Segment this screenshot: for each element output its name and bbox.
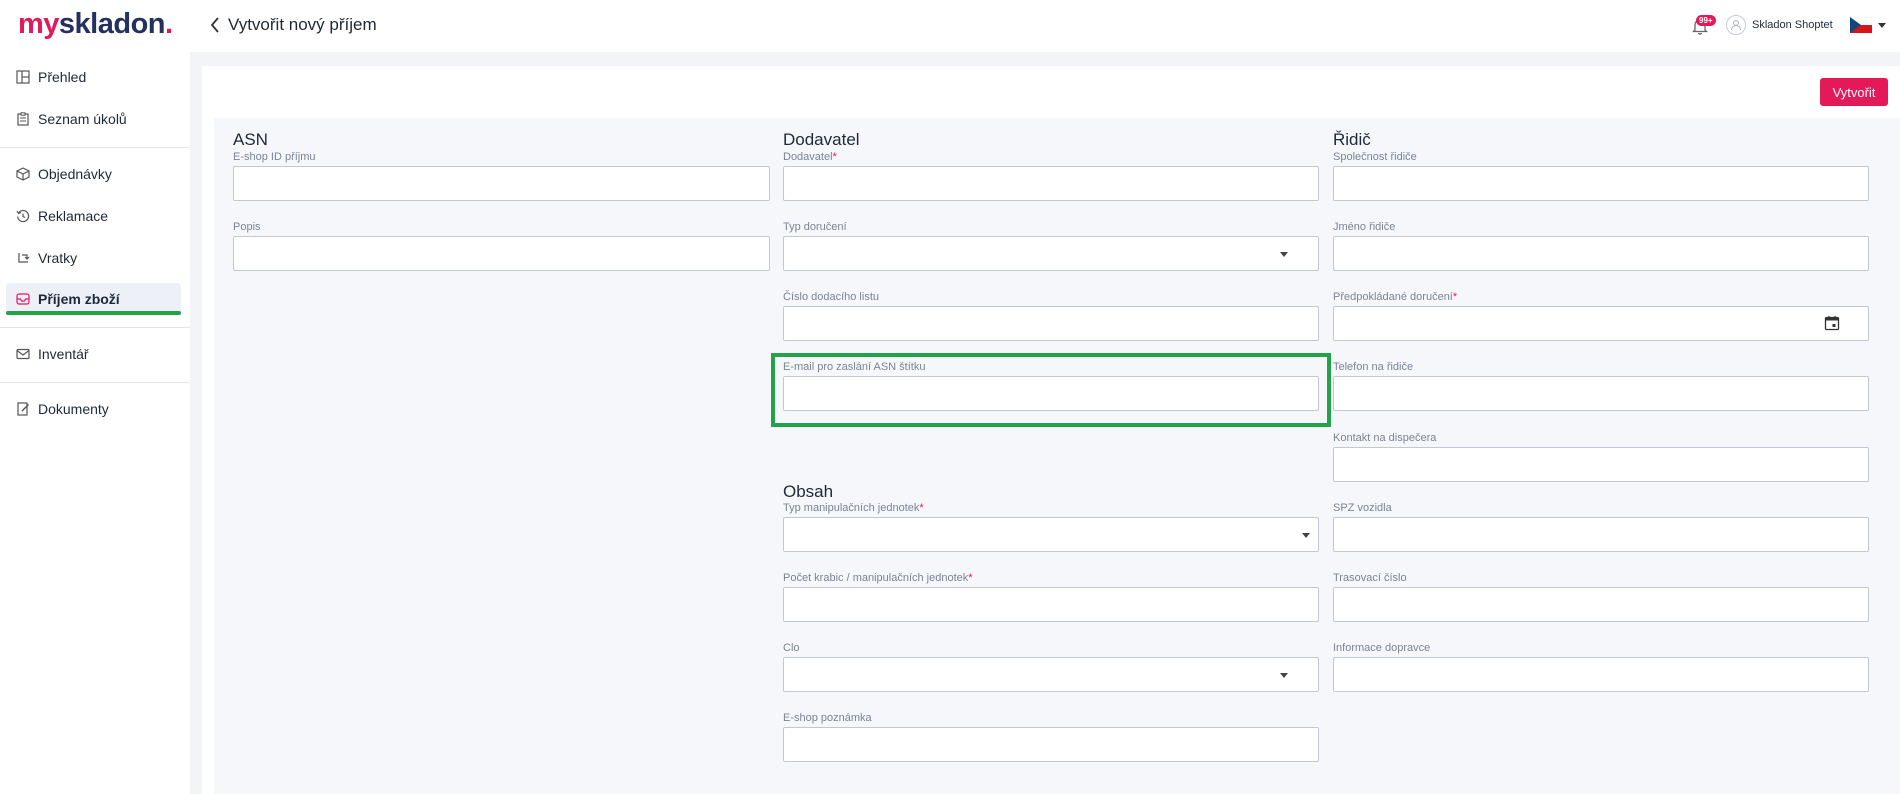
unit-type-label: Typ manipulačních jednotek* bbox=[783, 502, 924, 514]
description-input[interactable] bbox=[233, 236, 770, 271]
eshop-id-label: E-shop ID příjmu bbox=[233, 151, 316, 163]
delivery-type-select[interactable] bbox=[783, 236, 1319, 271]
focus-highlight-frame bbox=[771, 353, 1331, 427]
eshop-id-input[interactable] bbox=[233, 166, 770, 201]
inbox-icon bbox=[16, 292, 30, 306]
expected-delivery-input[interactable] bbox=[1333, 306, 1869, 341]
sidebar-item-label: Objednávky bbox=[38, 166, 112, 182]
delivery-type-label: Typ doručení bbox=[783, 221, 847, 233]
user-avatar-icon[interactable] bbox=[1726, 15, 1746, 35]
chevron-down-icon[interactable] bbox=[1302, 533, 1310, 538]
back-arrow-icon[interactable] bbox=[208, 14, 222, 36]
sidebar-item-label: Dokumenty bbox=[38, 401, 109, 417]
user-name[interactable]: Skladon Shoptet bbox=[1752, 19, 1833, 31]
notification-badge: 99+ bbox=[1696, 15, 1716, 26]
sidebar-divider bbox=[0, 382, 190, 383]
section-title-asn: ASN bbox=[233, 130, 268, 149]
sidebar-item-prehled[interactable]: Přehled bbox=[6, 61, 181, 93]
sidebar-item-seznam-ukolu[interactable]: Seznam úkolů bbox=[6, 103, 181, 135]
return-icon bbox=[16, 251, 30, 265]
box-icon bbox=[16, 167, 30, 181]
customs-select[interactable] bbox=[783, 657, 1319, 692]
calendar-icon[interactable] bbox=[1824, 315, 1840, 331]
create-button[interactable]: Vytvořit bbox=[1820, 78, 1888, 106]
sidebar-item-label: Přehled bbox=[38, 69, 87, 85]
dispatcher-input[interactable] bbox=[1333, 447, 1869, 482]
description-label: Popis bbox=[233, 221, 261, 233]
required-mark: * bbox=[1452, 291, 1458, 303]
sidebar-item-label: Příjem zboží bbox=[38, 291, 120, 307]
chevron-down-icon[interactable] bbox=[1280, 673, 1288, 678]
document-icon bbox=[16, 402, 30, 416]
unit-type-select[interactable] bbox=[783, 517, 1319, 552]
sidebar-item-objednavky[interactable]: Objednávky bbox=[6, 158, 181, 190]
expected-delivery-label-text: Předpokládané doručení bbox=[1333, 291, 1453, 303]
section-title-supplier: Dodavatel bbox=[783, 130, 860, 149]
chevron-down-icon[interactable] bbox=[1280, 252, 1288, 257]
supplier-label-text: Dodavatel bbox=[783, 151, 833, 163]
unit-type-label-text: Typ manipulačních jednotek bbox=[783, 502, 920, 514]
driver-name-label: Jméno řidiče bbox=[1333, 221, 1396, 233]
plate-input[interactable] bbox=[1333, 517, 1869, 552]
dispatcher-label: Kontakt na dispečera bbox=[1333, 432, 1437, 444]
box-count-label: Počet krabic / manipulačních jednotek* bbox=[783, 572, 973, 584]
plate-label: SPZ vozidla bbox=[1333, 502, 1392, 514]
delivery-note-label: Číslo dodacího listu bbox=[783, 291, 879, 303]
sidebar-item-label: Vratky bbox=[38, 250, 78, 266]
czech-flag-icon[interactable] bbox=[1850, 17, 1872, 33]
carrier-info-input[interactable] bbox=[1333, 657, 1869, 692]
sidebar-divider bbox=[0, 327, 190, 328]
clipboard-icon bbox=[16, 112, 30, 126]
tracking-input[interactable] bbox=[1333, 587, 1869, 622]
box-count-input[interactable] bbox=[783, 587, 1319, 622]
required-mark: * bbox=[968, 572, 973, 584]
section-title-content: Obsah bbox=[783, 482, 834, 501]
history-icon bbox=[16, 209, 30, 223]
driver-name-input[interactable] bbox=[1333, 236, 1869, 271]
expected-delivery-label: Předpokládané doručení* bbox=[1333, 291, 1457, 303]
sidebar-item-dokumenty[interactable]: Dokumenty bbox=[6, 393, 181, 425]
sidebar: myskladon. Přehled Seznam úkolů Objednáv… bbox=[0, 0, 190, 794]
sidebar-item-label: Reklamace bbox=[38, 208, 109, 224]
required-mark: * bbox=[832, 151, 837, 163]
carrier-info-label: Informace dopravce bbox=[1333, 642, 1431, 654]
mail-icon bbox=[16, 347, 30, 361]
driver-phone-label: Telefon na řidiče bbox=[1333, 361, 1414, 373]
sidebar-divider bbox=[0, 147, 190, 148]
section-title-driver: Řidič bbox=[1333, 130, 1371, 149]
box-count-label-text: Počet krabic / manipulačních jednotek bbox=[783, 572, 969, 584]
driver-phone-input[interactable] bbox=[1333, 376, 1869, 411]
customs-label: Clo bbox=[783, 642, 800, 654]
dashboard-icon bbox=[16, 70, 30, 84]
active-item-indicator bbox=[6, 311, 181, 315]
delivery-note-input[interactable] bbox=[783, 306, 1319, 341]
sidebar-item-label: Inventář bbox=[38, 346, 89, 362]
sidebar-item-inventar[interactable]: Inventář bbox=[6, 338, 181, 370]
logo[interactable]: myskladon. bbox=[18, 8, 173, 41]
top-bar: Vytvořit nový příjem 99+ Skladon Shoptet bbox=[190, 0, 1900, 52]
supplier-input[interactable] bbox=[783, 166, 1319, 201]
eshop-note-label: E-shop poznámka bbox=[783, 712, 872, 724]
app-root: myskladon. Přehled Seznam úkolů Objednáv… bbox=[0, 0, 1900, 794]
page-title: Vytvořit nový příjem bbox=[228, 15, 377, 34]
language-dropdown-caret-icon[interactable] bbox=[1878, 23, 1886, 28]
eshop-note-input[interactable] bbox=[783, 727, 1319, 762]
tracking-label: Trasovací číslo bbox=[1333, 572, 1407, 584]
required-mark: * bbox=[919, 502, 924, 514]
driver-company-label: Společnost řidiče bbox=[1333, 151, 1417, 163]
sidebar-item-label: Seznam úkolů bbox=[38, 111, 127, 127]
sidebar-item-reklamace[interactable]: Reklamace bbox=[6, 200, 181, 232]
supplier-label: Dodavatel* bbox=[783, 151, 837, 163]
driver-company-input[interactable] bbox=[1333, 166, 1869, 201]
sidebar-item-vratky[interactable]: Vratky bbox=[6, 242, 181, 274]
